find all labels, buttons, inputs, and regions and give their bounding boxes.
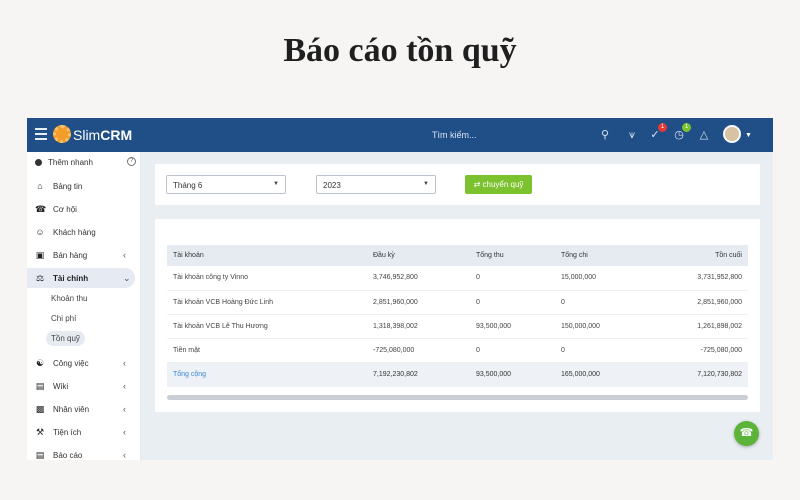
fund-balance-table: Tài khoản Đầu kỳ Tổng thu Tổng chi Tồn c… xyxy=(167,245,748,387)
phone-icon: ☎ xyxy=(35,204,47,214)
cell-account: Tài khoản VCB Lê Thu Hương xyxy=(167,314,367,339)
cell-closing: -725,080,000 xyxy=(647,338,748,363)
table-row: Tài khoản công ty Vinno 3,746,952,800 0 … xyxy=(167,266,748,291)
table-row: Tiền mặt -725,080,000 0 0 -725,080,000 xyxy=(167,338,748,363)
home-icon: ⌂ xyxy=(37,181,43,191)
chevron-down-icon[interactable]: ▼ xyxy=(745,132,752,139)
crm-app-window: SlimCRM Tìm kiếm... ⚲ ⩛ ✓ 1 ◷ 1 △ ▼ Thêm… xyxy=(27,118,773,460)
check-notification-icon[interactable]: ✓ 1 xyxy=(648,123,667,142)
call-button[interactable]: ☎ xyxy=(734,421,759,446)
cell-expense: 0 xyxy=(555,338,647,363)
page-title: Báo cáo tồn quỹ xyxy=(283,32,517,69)
cell-account: Tài khoản công ty Vinno xyxy=(167,266,367,291)
sidebar-item-reports[interactable]: ▤ Báo cáo ‹ xyxy=(27,445,141,460)
cell-total-income: 93,500,000 xyxy=(470,362,555,387)
share-icon[interactable]: ⩛ xyxy=(625,128,639,142)
table-header-row: Tài khoản Đầu kỳ Tổng thu Tổng chi Tồn c… xyxy=(167,245,748,266)
cell-opening: -725,080,000 xyxy=(367,338,470,363)
sidebar-subitem-expenses[interactable]: Chi phí xyxy=(51,314,76,323)
cell-income: 0 xyxy=(470,338,555,363)
chevron-left-icon: ‹ xyxy=(123,404,126,414)
sidebar-subitem-income[interactable]: Khoản thu xyxy=(51,294,87,303)
cell-expense: 150,000,000 xyxy=(555,314,647,339)
sidebar-item-dashboard[interactable]: ⌂ Bảng tin xyxy=(27,176,141,196)
user-icon: ☺ xyxy=(35,227,45,237)
wrench-icon: ⚒ xyxy=(35,427,45,437)
sidebar-item-tasks[interactable]: ☯ Công việc ‹ xyxy=(27,353,141,373)
cell-total-expense: 165,000,000 xyxy=(555,362,647,387)
quick-add-button[interactable]: Thêm nhanh xyxy=(35,158,93,167)
app-logo[interactable]: SlimCRM xyxy=(73,127,132,143)
sidebar-item-wiki[interactable]: ▤ Wiki ‹ xyxy=(27,376,141,396)
horizontal-scrollbar[interactable] xyxy=(167,395,748,400)
chevron-left-icon: ‹ xyxy=(123,450,126,460)
column-header-account: Tài khoản xyxy=(167,245,367,266)
chevron-left-icon: ‹ xyxy=(123,381,126,391)
cart-icon: ▣ xyxy=(35,250,45,260)
transfer-icon: ⇄ xyxy=(473,180,481,189)
cell-closing: 1,261,898,002 xyxy=(647,314,748,339)
dropdown-arrow-icon: ▼ xyxy=(273,181,279,187)
sidebar-item-sales[interactable]: ▣ Bán hàng ‹ xyxy=(27,245,141,265)
cell-closing: 2,851,960,000 xyxy=(647,290,748,315)
cell-closing: 3,731,952,800 xyxy=(647,266,748,291)
column-header-income: Tổng thu xyxy=(470,245,555,266)
cell-opening: 2,851,960,000 xyxy=(367,290,470,315)
reminder-badge: 1 xyxy=(682,123,691,132)
sidebar-item-customers[interactable]: ☺ Khách hàng xyxy=(27,222,141,242)
wiki-icon: ▤ xyxy=(35,381,45,391)
column-header-opening: Đầu kỳ xyxy=(367,245,470,266)
cell-opening: 3,746,952,800 xyxy=(367,266,470,291)
transfer-fund-button[interactable]: ⇄ chuyển quỹ xyxy=(465,175,532,194)
column-header-closing: Tồn cuối xyxy=(647,245,748,266)
sidebar: Thêm nhanh ? ⌂ Bảng tin ☎ Cơ hội ☺ Khách… xyxy=(27,152,141,460)
cell-account: Tài khoản VCB Hoàng Đức Linh xyxy=(167,290,367,315)
cell-opening: 1,318,398,002 xyxy=(367,314,470,339)
dropdown-arrow-icon: ▼ xyxy=(423,181,429,187)
table-row: Tài khoản VCB Hoàng Đức Linh 2,851,960,0… xyxy=(167,290,748,315)
sidebar-item-finance[interactable]: ⚖ Tài chính ⌄ xyxy=(27,268,135,288)
chevron-left-icon: ‹ xyxy=(123,427,126,437)
scale-icon: ⚖ xyxy=(35,273,45,283)
filter-card: Tháng 6 ▼ 2023 ▼ ⇄ chuyển quỹ xyxy=(155,164,760,205)
notification-badge: 1 xyxy=(658,123,667,132)
cell-expense: 0 xyxy=(555,290,647,315)
search-icon[interactable]: ⚲ xyxy=(598,128,612,142)
sidebar-item-staff[interactable]: ▩ Nhân viên ‹ xyxy=(27,399,141,419)
chart-icon: ▤ xyxy=(35,450,45,460)
chevron-left-icon: ‹ xyxy=(123,358,126,368)
sidebar-item-utilities[interactable]: ⚒ Tiện ích ‹ xyxy=(27,422,141,442)
search-input[interactable]: Tìm kiếm... xyxy=(432,130,477,140)
month-select[interactable]: Tháng 6 ▼ xyxy=(166,175,286,194)
cell-income: 0 xyxy=(470,266,555,291)
cell-income: 0 xyxy=(470,290,555,315)
chevron-down-icon: ⌄ xyxy=(123,273,131,283)
fund-balance-card: Tài khoản Đầu kỳ Tổng thu Tổng chi Tồn c… xyxy=(155,219,760,412)
plus-icon xyxy=(35,159,42,166)
sidebar-subitem-fund-balance[interactable]: Tồn quỹ xyxy=(46,331,85,346)
logo-gear-icon xyxy=(53,125,71,143)
help-icon[interactable]: ? xyxy=(127,157,136,166)
cell-account: Tiền mặt xyxy=(167,338,367,363)
clock-notification-icon[interactable]: ◷ 1 xyxy=(672,123,691,142)
menu-icon[interactable] xyxy=(35,128,47,140)
handshake-icon: ☯ xyxy=(35,358,45,368)
cell-total-opening: 7,192,230,802 xyxy=(367,362,470,387)
column-header-expense: Tổng chi xyxy=(555,245,647,266)
phone-icon: ☎ xyxy=(739,427,754,439)
bell-icon[interactable]: △ xyxy=(697,128,711,142)
cell-total-closing: 7,120,730,802 xyxy=(647,362,748,387)
table-total-row: Tổng cộng 7,192,230,802 93,500,000 165,0… xyxy=(167,362,748,387)
cell-expense: 15,000,000 xyxy=(555,266,647,291)
cell-income: 93,500,000 xyxy=(470,314,555,339)
table-row: Tài khoản VCB Lê Thu Hương 1,318,398,002… xyxy=(167,314,748,339)
chevron-left-icon: ‹ xyxy=(123,250,126,260)
top-navigation-bar: SlimCRM Tìm kiếm... ⚲ ⩛ ✓ 1 ◷ 1 △ ▼ xyxy=(27,118,773,152)
id-card-icon: ▩ xyxy=(35,404,45,414)
year-select[interactable]: 2023 ▼ xyxy=(316,175,436,194)
avatar[interactable] xyxy=(723,125,741,143)
sidebar-item-opportunities[interactable]: ☎ Cơ hội xyxy=(27,199,141,219)
cell-total-label[interactable]: Tổng cộng xyxy=(167,362,367,387)
